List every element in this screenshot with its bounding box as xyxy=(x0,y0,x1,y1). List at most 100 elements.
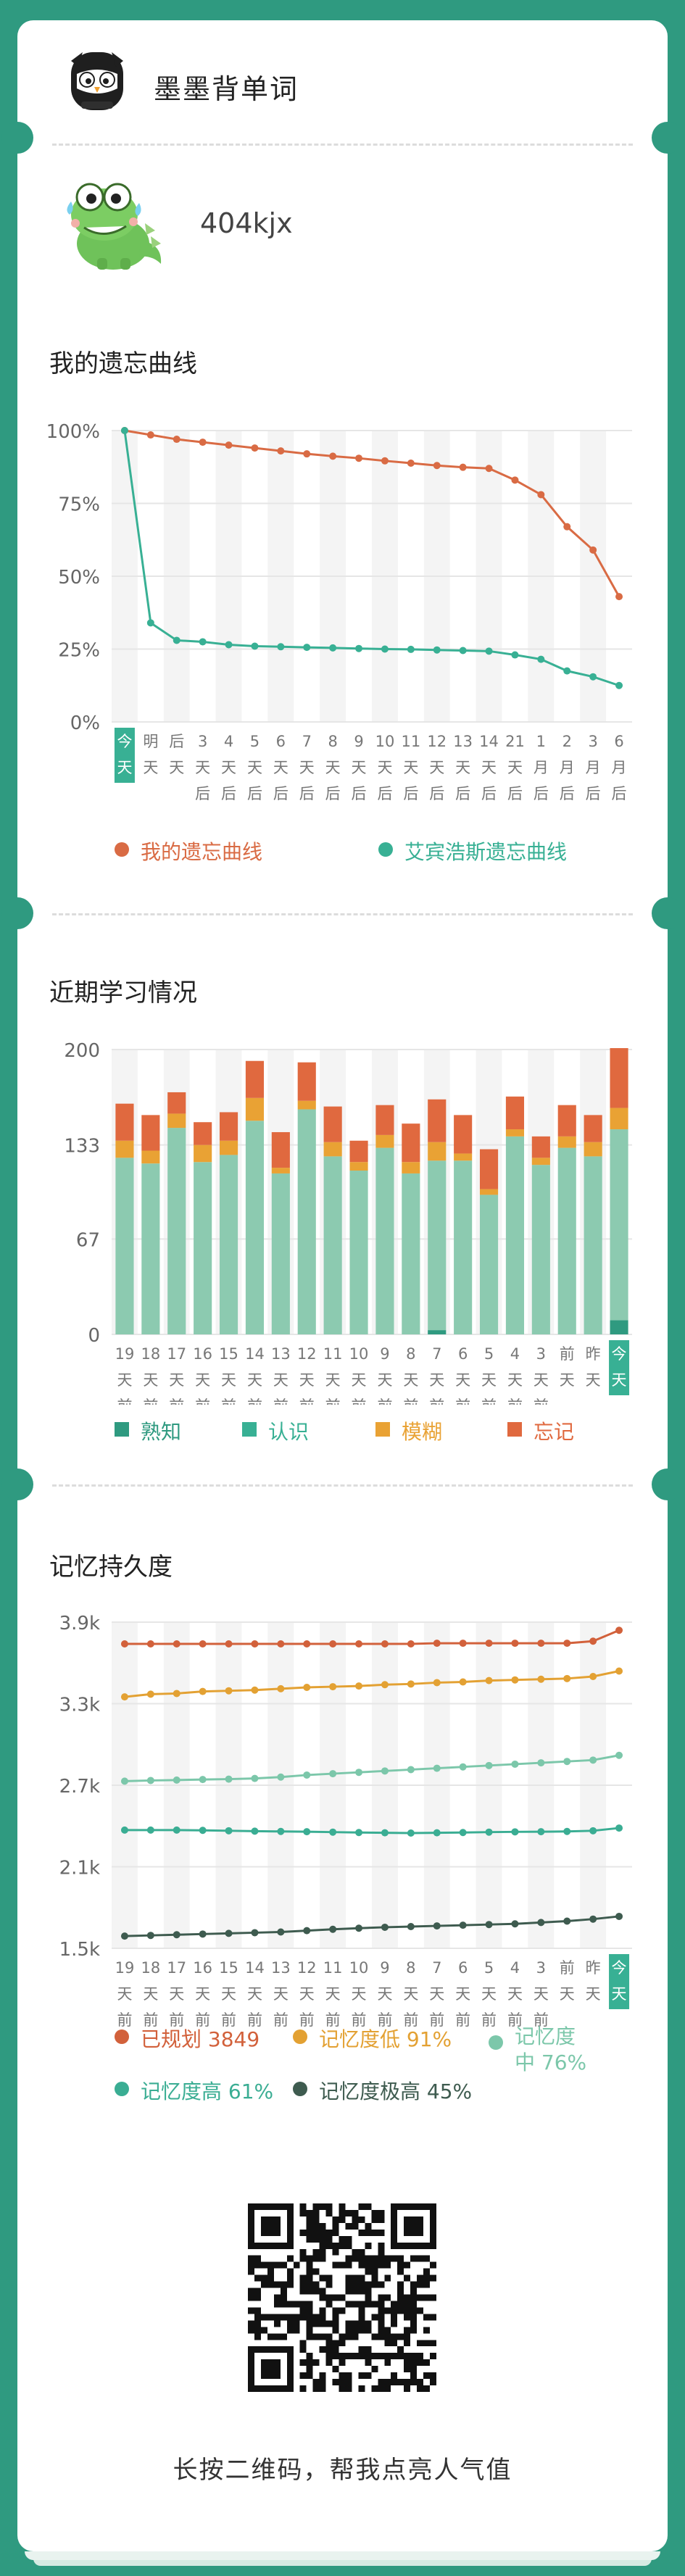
qr-module xyxy=(306,2255,313,2262)
y-tick-label: 67 xyxy=(76,1229,100,1251)
data-point xyxy=(407,1640,415,1648)
qr-module xyxy=(339,2242,346,2249)
bar-segment xyxy=(194,1122,212,1145)
qr-module xyxy=(339,2294,346,2301)
x-tick-label: 12 xyxy=(297,1959,317,1977)
data-point xyxy=(225,1775,233,1783)
x-tick-label: 19 xyxy=(115,1345,135,1363)
qr-module xyxy=(332,2242,339,2249)
qr-module xyxy=(312,2333,320,2340)
x-tick-label: 后 xyxy=(403,785,418,802)
legend-dot xyxy=(115,842,129,857)
qr-module xyxy=(410,2301,418,2308)
qr-module xyxy=(286,2255,294,2262)
qr-module xyxy=(299,2255,307,2262)
data-point xyxy=(146,619,154,627)
qr-module xyxy=(410,2327,418,2334)
qr-module xyxy=(267,2274,274,2282)
qr-module xyxy=(345,2288,352,2295)
x-tick-label: 后 xyxy=(195,785,210,802)
qr-module xyxy=(248,2255,254,2262)
qr-module xyxy=(332,2307,339,2314)
qr-module xyxy=(325,2209,333,2216)
qr-module xyxy=(260,2274,267,2282)
qr-module xyxy=(280,2261,287,2269)
data-point xyxy=(615,681,623,689)
qr-module xyxy=(365,2294,372,2301)
qr-module xyxy=(254,2320,261,2327)
x-tick-label: 今 xyxy=(612,1959,627,1977)
qr-module xyxy=(404,2366,411,2373)
x-tick-label: 天 xyxy=(455,1985,470,2003)
qr-module xyxy=(384,2333,391,2340)
qr-module xyxy=(404,2261,411,2269)
qr-module xyxy=(339,2307,346,2314)
x-tick-label: 天 xyxy=(247,1985,262,2003)
data-point xyxy=(433,1640,441,1648)
y-tick-label: 3.3k xyxy=(59,1695,100,1716)
x-tick-label: 天 xyxy=(299,759,315,776)
bar-segment xyxy=(349,1162,368,1171)
qr-module xyxy=(306,2235,313,2243)
y-tick-label: 0 xyxy=(88,1325,100,1347)
data-point xyxy=(485,1828,493,1836)
qr-module xyxy=(299,2359,307,2367)
qr-module xyxy=(345,2274,352,2282)
x-tick-label: 天 xyxy=(117,1371,132,1389)
qr-module xyxy=(423,2314,431,2321)
qr-module xyxy=(358,2346,365,2353)
x-tick-label: 天 xyxy=(117,759,132,776)
data-point xyxy=(277,447,285,455)
qr-module xyxy=(254,2288,261,2295)
legend-swatch xyxy=(507,1422,522,1437)
x-tick-label: 天 xyxy=(429,1371,444,1389)
qr-module xyxy=(345,2255,352,2262)
qr-module xyxy=(430,2340,436,2347)
data-point xyxy=(173,1690,180,1698)
qr-module xyxy=(325,2333,333,2340)
qr-module xyxy=(352,2320,359,2327)
qr-module xyxy=(339,2353,346,2360)
data-point xyxy=(563,1640,571,1648)
data-point xyxy=(459,1763,467,1771)
data-point xyxy=(407,1923,415,1930)
qr-module xyxy=(404,2359,411,2367)
qr-module xyxy=(306,2314,313,2321)
x-tick-label: 3 xyxy=(536,1345,546,1363)
x-tick-label: 天 xyxy=(299,1371,315,1389)
qr-module xyxy=(306,2320,313,2327)
x-tick-label: 8 xyxy=(406,1345,415,1363)
qr-code[interactable] xyxy=(248,2203,436,2392)
qr-module xyxy=(430,2372,436,2380)
x-tick-label: 前 xyxy=(507,1397,523,1405)
qr-module xyxy=(319,2288,326,2295)
x-tick-label: 5 xyxy=(250,733,260,750)
notch xyxy=(652,1468,684,1500)
x-tick-label: 14 xyxy=(245,1959,265,1977)
x-tick-label: 天 xyxy=(377,759,392,776)
qr-module xyxy=(345,2261,352,2269)
qr-module xyxy=(384,2294,391,2301)
x-tick-label: 天 xyxy=(143,1371,158,1389)
x-tick-label: 3 xyxy=(588,733,597,750)
qr-module xyxy=(299,2248,307,2256)
x-tick-label: 天 xyxy=(273,1985,288,2003)
data-point xyxy=(251,642,259,650)
data-point xyxy=(225,1929,233,1937)
bar-segment xyxy=(115,1158,134,1334)
x-tick-label: 14 xyxy=(245,1345,265,1363)
data-point xyxy=(537,1828,545,1836)
qr-module xyxy=(378,2385,385,2392)
qr-module xyxy=(312,2235,320,2243)
qr-module xyxy=(260,2261,267,2269)
qr-module xyxy=(267,2261,274,2269)
qr-module xyxy=(410,2294,418,2301)
bar-segment xyxy=(428,1142,447,1161)
x-tick-label: 后 xyxy=(586,785,601,802)
data-point xyxy=(120,1826,128,1834)
x-tick-label: 前 xyxy=(560,1345,575,1363)
data-point xyxy=(537,1759,545,1767)
qr-module xyxy=(345,2379,352,2386)
qr-module xyxy=(352,2327,359,2334)
qr-module xyxy=(397,2281,404,2288)
